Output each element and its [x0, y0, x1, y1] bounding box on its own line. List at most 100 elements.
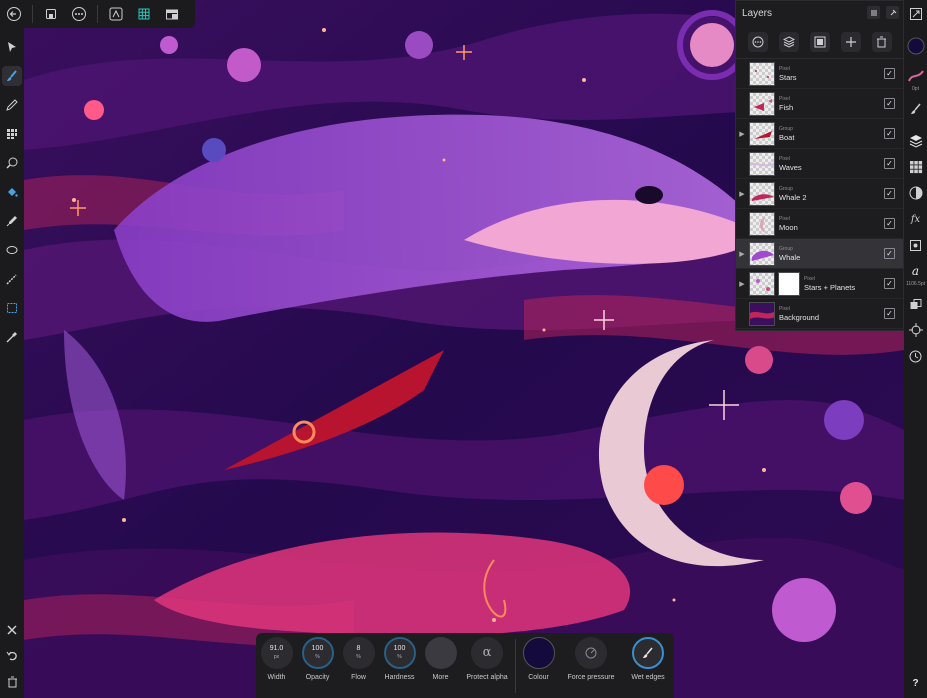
color-picker-icon[interactable]	[2, 211, 22, 231]
pixel-tool-icon[interactable]	[2, 124, 22, 144]
hardness-dial[interactable]: 100 %	[383, 637, 416, 669]
document-icon[interactable]	[41, 4, 61, 24]
opacity-label: Opacity	[305, 674, 330, 681]
paint-brush-icon[interactable]	[2, 66, 22, 86]
panel-menu-icon[interactable]	[867, 6, 881, 20]
layer-row[interactable]: Pixel Waves ✓	[736, 149, 903, 179]
more-control[interactable]: More	[420, 637, 461, 681]
layer-row[interactable]: ▶ Pixel Stars + Planets ✓	[736, 269, 903, 299]
layer-visibility-checkbox[interactable]: ✓	[884, 188, 895, 199]
selection-ellipse-icon[interactable]	[2, 240, 22, 260]
pixel-persona-icon[interactable]	[106, 4, 126, 24]
colour-control[interactable]: Colour	[518, 637, 559, 681]
layers-studio-icon[interactable]	[907, 132, 925, 150]
fill-icon[interactable]	[2, 182, 22, 202]
layer-stack-icon[interactable]	[778, 31, 799, 52]
force-pressure-label: Force pressure	[567, 674, 615, 681]
opacity-control[interactable]: 100 % Opacity	[297, 637, 338, 681]
layer-row[interactable]: ▶ Group Whale 2 ✓	[736, 179, 903, 209]
eyedropper-icon[interactable]	[2, 327, 22, 347]
layer-visibility-checkbox[interactable]: ✓	[884, 278, 895, 289]
hardness-value: 100	[393, 645, 406, 652]
width-dial[interactable]: 91.0 px	[260, 637, 293, 669]
layer-type: Pixel	[779, 215, 790, 222]
transform-icon[interactable]	[907, 295, 925, 313]
protect-alpha-control[interactable]: α Protect alpha	[461, 637, 513, 681]
stock-icon[interactable]	[907, 236, 925, 254]
mask-layer-icon[interactable]	[809, 31, 830, 52]
wet-brush-icon	[643, 647, 653, 658]
expand-chevron-icon[interactable]: ▶	[736, 250, 748, 258]
colour-label: Colour	[528, 674, 549, 681]
brushes-icon[interactable]	[907, 100, 925, 118]
more-button[interactable]	[424, 637, 457, 669]
layer-visibility-checkbox[interactable]: ✓	[884, 158, 895, 169]
layer-type: Pixel	[779, 95, 790, 102]
flow-control[interactable]: 8 % Flow	[338, 637, 379, 681]
help-icon[interactable]: ?	[907, 674, 925, 692]
trash-icon[interactable]	[2, 672, 22, 692]
width-control[interactable]: 91.0 px Width	[256, 637, 297, 681]
layer-name: Background	[779, 312, 820, 322]
back-icon[interactable]	[4, 4, 24, 24]
expand-chevron-icon[interactable]: ▶	[736, 130, 748, 138]
alpha-icon: α	[482, 645, 492, 660]
force-pressure-button[interactable]	[575, 637, 607, 669]
delete-layer-icon[interactable]	[871, 31, 892, 52]
selection-brush-icon[interactable]	[2, 269, 22, 289]
layer-visibility-checkbox[interactable]: ✓	[884, 98, 895, 109]
protect-alpha-button[interactable]: α	[471, 637, 503, 669]
adjustments-icon[interactable]	[907, 184, 925, 202]
undo-icon[interactable]	[2, 646, 22, 666]
layer-row[interactable]: Pixel Moon ✓	[736, 209, 903, 239]
close-icon[interactable]	[2, 620, 22, 640]
wet-edges-control[interactable]: Wet edges	[623, 637, 673, 681]
brush-size-icon[interactable]	[907, 67, 925, 85]
layer-visibility-checkbox[interactable]: ✓	[884, 218, 895, 229]
colour-swatch-icon[interactable]	[907, 37, 925, 55]
expand-chevron-icon[interactable]: ▶	[736, 190, 748, 198]
force-pressure-control[interactable]: Force pressure	[559, 637, 623, 681]
layer-visibility-checkbox[interactable]: ✓	[884, 308, 895, 319]
export-persona-icon[interactable]	[162, 4, 182, 24]
opacity-dial[interactable]: 100 %	[301, 637, 334, 669]
layer-type: Pixel	[779, 305, 790, 312]
pin-panel-icon[interactable]	[886, 6, 899, 20]
layer-row[interactable]: Pixel Stars ✓	[736, 59, 903, 89]
layer-visibility-checkbox[interactable]: ✓	[884, 128, 895, 139]
layer-row[interactable]: ▶ Group Whale ✓	[736, 239, 903, 269]
expand-chevron-icon[interactable]: ▶	[736, 280, 748, 288]
grid-persona-icon[interactable]	[134, 4, 154, 24]
hardness-control[interactable]: 100 % Hardness	[379, 637, 420, 681]
more-icon[interactable]	[69, 4, 89, 24]
flow-label: Flow	[351, 674, 366, 681]
layer-visibility-checkbox[interactable]: ✓	[884, 68, 895, 79]
move-tool-icon[interactable]	[2, 37, 22, 57]
layer-name: Stars	[779, 72, 797, 82]
navigator-icon[interactable]	[907, 5, 925, 23]
layer-thumbnail	[749, 61, 775, 86]
context-toolbar: 91.0 px Width 100 % Opacity 8 % Flow 100…	[256, 633, 674, 698]
flow-dial[interactable]: 8 %	[342, 637, 375, 669]
layer-type: Pixel	[779, 155, 790, 162]
marquee-icon[interactable]	[2, 298, 22, 318]
top-toolbar	[0, 0, 195, 28]
wet-edges-button[interactable]	[632, 637, 664, 669]
navigator-crosshair-icon[interactable]	[907, 321, 925, 339]
layer-name: Moon	[779, 222, 798, 232]
app-window: 0pt fx a 1106.5pt ? Layers Pixel Stars ✓…	[0, 0, 927, 698]
smudge-icon[interactable]	[2, 153, 22, 173]
layer-row[interactable]: Pixel Background ✓	[736, 299, 903, 329]
pencil-icon[interactable]	[2, 95, 22, 115]
layer-visibility-checkbox[interactable]: ✓	[884, 248, 895, 259]
effects-icon[interactable]: fx	[907, 210, 925, 228]
add-layer-icon[interactable]	[840, 31, 861, 52]
history-icon[interactable]	[907, 347, 925, 365]
layer-options-icon[interactable]	[747, 31, 768, 52]
swatches-icon[interactable]	[907, 158, 925, 176]
layer-row[interactable]: Pixel Fish ✓	[736, 89, 903, 119]
layer-row[interactable]: ▶ Group Boat ✓	[736, 119, 903, 149]
layer-name: Fish	[779, 102, 794, 112]
text-style-icon[interactable]: a	[907, 262, 925, 280]
colour-swatch[interactable]	[522, 637, 555, 669]
